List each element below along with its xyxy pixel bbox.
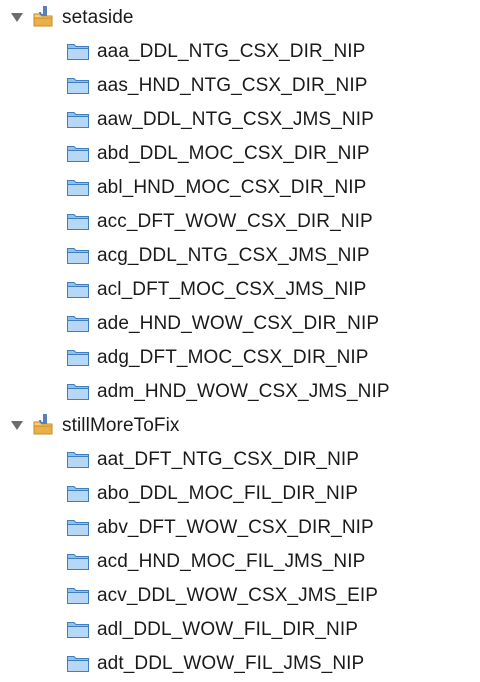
disclosure-triangle-expanded-icon[interactable] [8,8,26,26]
folder-label: acv_DDL_WOW_CSX_JMS_EIP [97,584,379,606]
folder-row[interactable]: acv_DDL_WOW_CSX_JMS_EIP [0,578,480,612]
folder-icon [66,109,90,129]
project-label: stillMoreToFix [62,414,180,436]
folder-icon [66,75,90,95]
folder-label: acd_HND_MOC_FIL_JMS_NIP [97,550,366,572]
project-row-stillMoreToFix[interactable]: stillMoreToFix [0,408,480,442]
folder-row[interactable]: adg_DFT_MOC_CSX_DIR_NIP [0,340,480,374]
java-project-folder-icon [32,413,56,437]
folder-icon [66,449,90,469]
project-explorer-tree: setaside aaa_DDL_NTG_CSX_DIR_NIP aas_HND_N… [0,0,480,682]
folder-icon [66,177,90,197]
folder-row[interactable]: abo_DDL_MOC_FIL_DIR_NIP [0,476,480,510]
folder-label: acl_DFT_MOC_CSX_JMS_NIP [97,278,367,300]
folder-icon [66,211,90,231]
folder-icon [66,517,90,537]
folder-row[interactable]: acd_HND_MOC_FIL_JMS_NIP [0,544,480,578]
folder-row[interactable]: adl_DDL_WOW_FIL_DIR_NIP [0,612,480,646]
folder-icon [66,41,90,61]
folder-row[interactable]: acl_DFT_MOC_CSX_JMS_NIP [0,272,480,306]
folder-label: aaw_DDL_NTG_CSX_JMS_NIP [97,108,374,130]
folder-icon [66,619,90,639]
folder-row[interactable]: adm_HND_WOW_CSX_JMS_NIP [0,374,480,408]
folder-row[interactable]: ade_HND_WOW_CSX_DIR_NIP [0,306,480,340]
folder-label: abo_DDL_MOC_FIL_DIR_NIP [97,482,359,504]
folder-row[interactable]: abl_HND_MOC_CSX_DIR_NIP [0,170,480,204]
folder-icon [66,279,90,299]
project-label: setaside [62,6,134,28]
folder-row[interactable]: acc_DFT_WOW_CSX_DIR_NIP [0,204,480,238]
folder-row[interactable]: abv_DFT_WOW_CSX_DIR_NIP [0,510,480,544]
folder-row[interactable]: acg_DDL_NTG_CSX_JMS_NIP [0,238,480,272]
folder-label: abl_HND_MOC_CSX_DIR_NIP [97,176,367,198]
folder-row[interactable]: aaw_DDL_NTG_CSX_JMS_NIP [0,102,480,136]
java-project-folder-icon [32,5,56,29]
folder-label: adt_DDL_WOW_FIL_JMS_NIP [97,652,365,674]
project-row-setaside[interactable]: setaside [0,0,480,34]
folder-icon [66,653,90,673]
folder-label: acc_DFT_WOW_CSX_DIR_NIP [97,210,373,232]
folder-label: aas_HND_NTG_CSX_DIR_NIP [97,74,368,96]
folder-icon [66,245,90,265]
folder-label: abd_DDL_MOC_CSX_DIR_NIP [97,142,370,164]
folder-label: aat_DFT_NTG_CSX_DIR_NIP [97,448,360,470]
folder-icon [66,551,90,571]
folder-row[interactable]: aat_DFT_NTG_CSX_DIR_NIP [0,442,480,476]
folder-icon [66,381,90,401]
folder-label: aaa_DDL_NTG_CSX_DIR_NIP [97,40,366,62]
folder-icon [66,143,90,163]
folder-row[interactable]: aas_HND_NTG_CSX_DIR_NIP [0,68,480,102]
folder-row[interactable]: abd_DDL_MOC_CSX_DIR_NIP [0,136,480,170]
folder-row[interactable]: aaa_DDL_NTG_CSX_DIR_NIP [0,34,480,68]
folder-label: adm_HND_WOW_CSX_JMS_NIP [97,380,390,402]
folder-icon [66,313,90,333]
folder-label: acg_DDL_NTG_CSX_JMS_NIP [97,244,370,266]
folder-label: abv_DFT_WOW_CSX_DIR_NIP [97,516,374,538]
folder-icon [66,483,90,503]
folder-label: ade_HND_WOW_CSX_DIR_NIP [97,312,380,334]
folder-icon [66,347,90,367]
folder-icon [66,585,90,605]
disclosure-triangle-expanded-icon[interactable] [8,416,26,434]
folder-row[interactable]: adt_DDL_WOW_FIL_JMS_NIP [0,646,480,680]
folder-label: adl_DDL_WOW_FIL_DIR_NIP [97,618,358,640]
folder-label: adg_DFT_MOC_CSX_DIR_NIP [97,346,369,368]
